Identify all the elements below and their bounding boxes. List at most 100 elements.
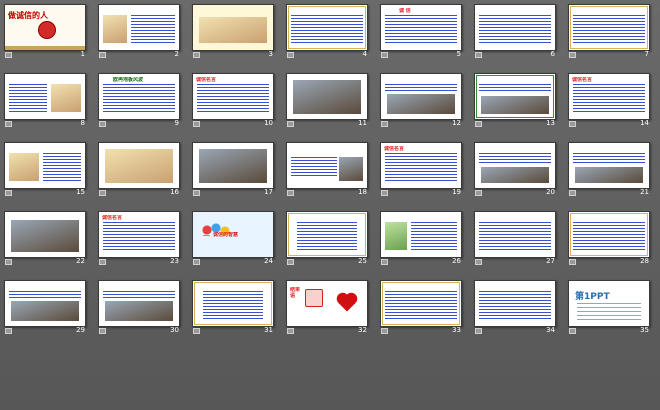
transition-icon[interactable]: [287, 51, 294, 58]
transition-icon[interactable]: [475, 189, 482, 196]
slide-thumbnail[interactable]: [474, 211, 556, 258]
slide-number: 28: [640, 257, 649, 265]
transition-icon[interactable]: [5, 189, 12, 196]
transition-icon[interactable]: [99, 189, 106, 196]
slide-text-block: [291, 157, 337, 178]
transition-icon[interactable]: [569, 189, 576, 196]
transition-icon[interactable]: [475, 327, 482, 334]
slide-image: [103, 15, 127, 43]
transition-icon[interactable]: [99, 51, 106, 58]
transition-icon[interactable]: [193, 120, 200, 127]
slide-cell: 诚信名言 10: [192, 73, 274, 128]
slide-thumbnail[interactable]: [286, 73, 368, 120]
slide-thumbnail[interactable]: 第1PPT: [568, 280, 650, 327]
slide-thumbnail[interactable]: 诚信名言: [192, 73, 274, 120]
slide-thumbnail[interactable]: [380, 211, 462, 258]
transition-icon[interactable]: [99, 120, 106, 127]
slide-cell: 2: [98, 4, 180, 59]
slide-number: 12: [452, 119, 461, 127]
slide-thumbnail[interactable]: [98, 4, 180, 51]
transition-icon[interactable]: [475, 51, 482, 58]
transition-icon[interactable]: [193, 189, 200, 196]
slide-thumbnail[interactable]: 诚信名言: [98, 211, 180, 258]
transition-icon[interactable]: [381, 258, 388, 265]
slide-thumbnail[interactable]: 诚信名言: [568, 73, 650, 120]
slide-thumbnail[interactable]: [4, 73, 86, 120]
slide-thumbnail[interactable]: [286, 211, 368, 258]
slide-text-block: [9, 84, 47, 113]
slide-text-block: [297, 222, 357, 251]
transition-icon[interactable]: [5, 327, 12, 334]
slide-text-block: [573, 15, 645, 44]
slide-thumbnail[interactable]: [98, 280, 180, 327]
slide-thumbnail[interactable]: 二、诚信的智慧: [192, 211, 274, 258]
slide-thumbnail[interactable]: [192, 280, 274, 327]
slide-thumbnail[interactable]: [98, 142, 180, 189]
slide-thumbnail[interactable]: [568, 142, 650, 189]
slide-text-block: [573, 222, 645, 251]
transition-icon[interactable]: [381, 189, 388, 196]
transition-icon[interactable]: [193, 51, 200, 58]
slide-cell: 做诚信的人 1: [4, 4, 86, 59]
slide-thumbnail[interactable]: 做诚信的人: [4, 4, 86, 51]
transition-icon[interactable]: [381, 120, 388, 127]
slide-thumbnail[interactable]: [192, 142, 274, 189]
slide-thumbnail[interactable]: [474, 73, 556, 120]
slide-thumbnail[interactable]: [4, 280, 86, 327]
slide-thumbnail[interactable]: 结束语: [286, 280, 368, 327]
transition-icon[interactable]: [381, 327, 388, 334]
slide-number: 3: [268, 50, 273, 58]
transition-icon[interactable]: [475, 258, 482, 265]
slide-text-block: [385, 84, 457, 91]
transition-icon[interactable]: [99, 327, 106, 334]
transition-icon[interactable]: [569, 51, 576, 58]
slide-image: [339, 157, 363, 181]
slide-thumbnail[interactable]: 诚 信: [380, 4, 462, 51]
slide-cell: 11: [286, 73, 368, 128]
calligraphy-icon: [305, 289, 323, 307]
slide-text-block: [479, 222, 551, 251]
transition-icon[interactable]: [381, 51, 388, 58]
slide-thumbnail[interactable]: [286, 4, 368, 51]
slide-cell: 结束语 32: [286, 280, 368, 335]
slide-title: 诚信名言: [102, 215, 123, 221]
transition-icon[interactable]: [287, 258, 294, 265]
transition-icon[interactable]: [193, 258, 200, 265]
slide-thumbnail[interactable]: [192, 4, 274, 51]
transition-icon[interactable]: [5, 258, 12, 265]
slide-thumbnail[interactable]: 欧冉地板风波: [98, 73, 180, 120]
slide-cell: 20: [474, 142, 556, 197]
transition-icon[interactable]: [99, 258, 106, 265]
slide-thumbnail[interactable]: 诚信名言: [380, 142, 462, 189]
slide-image: [199, 149, 267, 183]
slide-thumbnail[interactable]: [4, 211, 86, 258]
slide-thumbnail[interactable]: [474, 142, 556, 189]
slide-number: 25: [358, 257, 367, 265]
transition-icon[interactable]: [287, 189, 294, 196]
slide-thumbnail[interactable]: [380, 73, 462, 120]
slide-text-block: [479, 84, 551, 93]
transition-icon[interactable]: [569, 327, 576, 334]
slide-thumbnail[interactable]: [4, 142, 86, 189]
transition-icon[interactable]: [287, 327, 294, 334]
slide-image: [11, 220, 79, 252]
slide-number: 5: [456, 50, 461, 58]
transition-icon[interactable]: [193, 327, 200, 334]
transition-icon[interactable]: [569, 120, 576, 127]
transition-icon[interactable]: [569, 258, 576, 265]
slide-thumbnail[interactable]: [568, 211, 650, 258]
transition-icon[interactable]: [475, 120, 482, 127]
slide-text-block: [103, 84, 175, 113]
transition-icon[interactable]: [5, 120, 12, 127]
transition-icon[interactable]: [5, 51, 12, 58]
slide-number: 22: [76, 257, 85, 265]
slide-image: [481, 167, 549, 183]
slide-thumbnail[interactable]: [568, 4, 650, 51]
slide-thumbnail[interactable]: [286, 142, 368, 189]
slide-thumbnail[interactable]: [474, 280, 556, 327]
slide-cell: 21: [568, 142, 650, 197]
slide-thumbnail[interactable]: [380, 280, 462, 327]
slide-title: 诚 信: [399, 8, 411, 14]
transition-icon[interactable]: [287, 120, 294, 127]
slide-thumbnail[interactable]: [474, 4, 556, 51]
